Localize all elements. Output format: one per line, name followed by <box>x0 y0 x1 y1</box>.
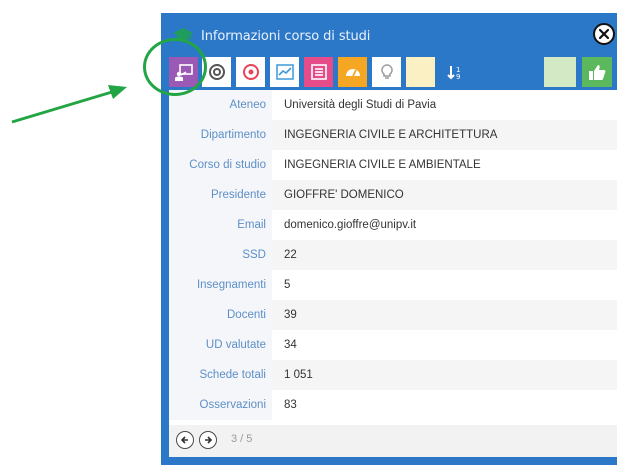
detail-value: INGEGNERIA CIVILE E AMBIENTALE <box>284 159 481 171</box>
detail-value: Università degli Studi di Pavia <box>284 99 437 111</box>
svg-text:9: 9 <box>456 73 460 81</box>
line-chart-icon <box>275 64 294 80</box>
tab-empty-2[interactable] <box>544 57 576 87</box>
detail-label: Dipartimento <box>169 120 272 150</box>
detail-row: Dipartimento INGEGNERIA CIVILE E ARCHITET… <box>169 120 617 150</box>
detail-label: Osservazioni <box>169 390 272 420</box>
detail-value: GIOFFRE' DOMENICO <box>284 189 404 201</box>
detail-row: Email domenico.gioffre@unipv.it <box>169 210 617 240</box>
annotation-circle <box>143 38 207 96</box>
detail-row: UD valutate 34 <box>169 330 617 360</box>
popup-footer: 3 / 5 <box>169 425 617 457</box>
lightbulb-icon <box>380 64 393 79</box>
previous-button[interactable] <box>176 431 194 449</box>
arrow-left-icon <box>180 436 188 444</box>
tab-gauge[interactable] <box>338 57 367 87</box>
detail-row: SSD 22 <box>169 240 617 270</box>
detail-label: Email <box>169 210 272 240</box>
tab-thumbs-up[interactable] <box>582 57 612 87</box>
thumbs-up-icon <box>589 65 606 80</box>
tab-list[interactable] <box>304 57 333 87</box>
popup-title: Informazioni corso di studi <box>201 29 371 44</box>
tab-sort[interactable]: 1 9 <box>440 57 469 87</box>
bullseye-icon <box>242 64 259 80</box>
detail-label: Docenti <box>169 300 272 330</box>
tab-spacer <box>474 57 514 87</box>
course-info-popup: Informazioni corso di studi 1 9 Ateneo U… <box>161 13 617 465</box>
detail-row: Docenti 39 <box>169 300 617 330</box>
tab-chart[interactable] <box>270 57 299 87</box>
detail-value: domenico.gioffre@unipv.it <box>284 219 417 231</box>
target-icon <box>208 64 225 80</box>
detail-row: Schede totali 1 051 <box>169 360 617 390</box>
detail-row: Presidente GIOFFRE' DOMENICO <box>169 180 617 210</box>
arrow-right-icon <box>205 436 213 444</box>
detail-value: 34 <box>284 339 297 351</box>
detail-value: 5 <box>284 279 291 291</box>
tab-empty[interactable] <box>406 57 435 87</box>
detail-label: SSD <box>169 240 272 270</box>
popup-titlebar: Informazioni corso di studi <box>161 13 617 57</box>
detail-value: 1 051 <box>284 369 313 381</box>
detail-row: Osservazioni 83 <box>169 390 617 420</box>
detail-value: 83 <box>284 399 297 411</box>
next-button[interactable] <box>199 431 217 449</box>
detail-row: Ateneo Università degli Studi di Pavia <box>169 90 617 120</box>
close-button[interactable] <box>593 23 615 45</box>
detail-label: Insegnamenti <box>169 270 272 300</box>
tab-lightbulb[interactable] <box>372 57 401 87</box>
page-indicator: 3 / 5 <box>231 433 253 445</box>
close-icon <box>598 28 610 40</box>
detail-label: Corso di studio <box>169 150 272 180</box>
detail-label: UD valutate <box>169 330 272 360</box>
detail-value: INGEGNERIA CIVILE E ARCHITETTURA <box>284 129 498 141</box>
details-table: Ateneo Università degli Studi di Pavia Dip… <box>169 90 617 450</box>
detail-row: Insegnamenti 5 <box>169 270 617 300</box>
detail-row: Corso di studio INGEGNERIA CIVILE E AMBIE… <box>169 150 617 180</box>
detail-label: Presidente <box>169 180 272 210</box>
list-icon <box>310 64 327 80</box>
sort-icon: 1 9 <box>446 66 460 81</box>
tab-bullseye[interactable] <box>236 57 265 87</box>
detail-value: 39 <box>284 309 297 321</box>
detail-label: Schede totali <box>169 360 272 390</box>
gauge-icon <box>345 69 360 77</box>
detail-value: 22 <box>284 249 297 261</box>
tab-bar: 1 9 <box>169 57 617 87</box>
